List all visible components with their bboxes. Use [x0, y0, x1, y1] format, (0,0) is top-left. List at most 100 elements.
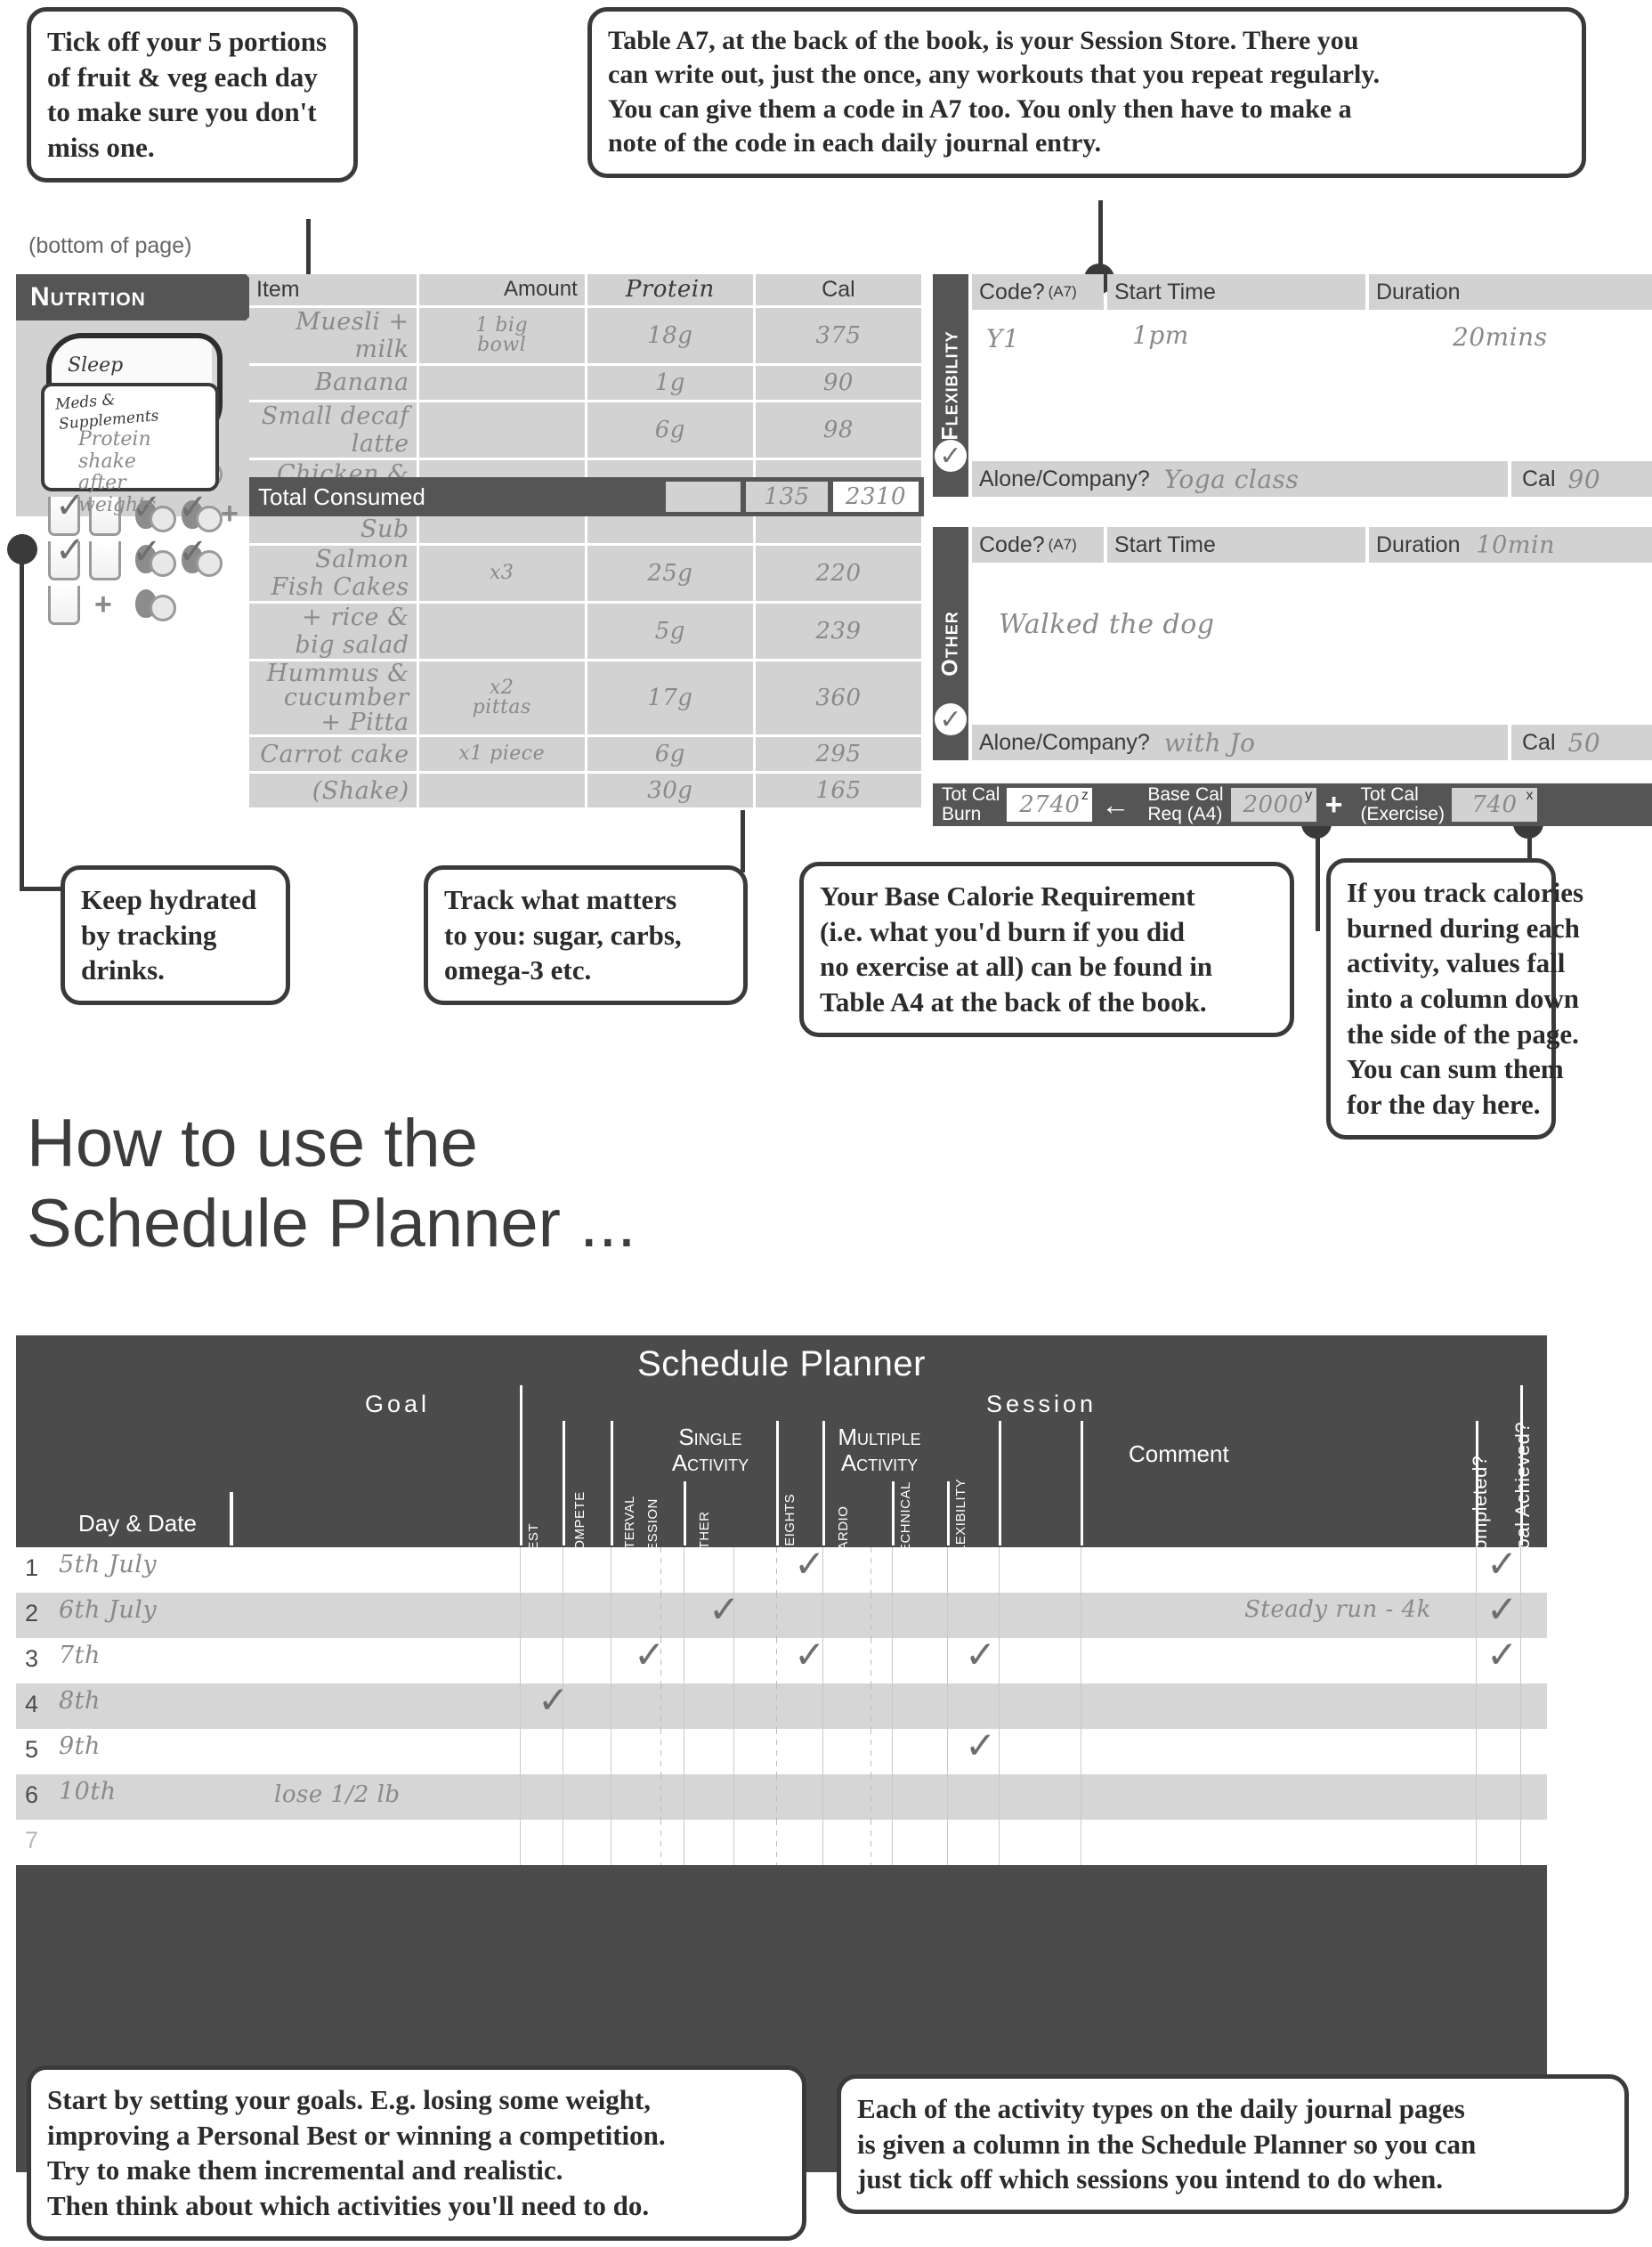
- planner-row-comment[interactable]: Steady run - 4k: [1133, 1596, 1543, 1623]
- callout-line: Table A7, at the back of the book, is yo…: [608, 26, 1359, 55]
- session-group-header: Session: [986, 1391, 1097, 1417]
- nutrition-item[interactable]: + rice & big salad: [249, 602, 419, 661]
- flexibility-alone-company[interactable]: Alone/Company? Yoga class: [972, 461, 1508, 497]
- nutrition-item[interactable]: Banana: [249, 364, 419, 402]
- flexibility-cal-box[interactable]: Cal 90: [1511, 461, 1652, 497]
- planner-column-divider: [1520, 1820, 1521, 1865]
- tick-icon[interactable]: ✓: [794, 1636, 825, 1674]
- tick-icon[interactable]: ✓: [794, 1545, 825, 1583]
- planner-row[interactable]: 4 8th ✓: [16, 1682, 1547, 1729]
- nutrition-item[interactable]: Carrot cake: [249, 735, 419, 775]
- planner-column-divider: [776, 1683, 777, 1729]
- other-cal-box[interactable]: Cal 50: [1511, 725, 1652, 760]
- planner-column-divider: [947, 1729, 948, 1774]
- base-cal-value-box[interactable]: 2000 y: [1230, 788, 1316, 822]
- planner-column-divider: [520, 1547, 521, 1593]
- day-date-rule: [230, 1492, 233, 1545]
- planner-row-date[interactable]: 10th: [59, 1778, 117, 1805]
- nutrition-cal[interactable]: 220: [754, 544, 925, 604]
- planner-row[interactable]: 2 6th July Steady run - 4k ✓ ✓: [16, 1591, 1547, 1638]
- other-check-icon[interactable]: ✓: [935, 703, 967, 735]
- other-cal-value[interactable]: 50: [1568, 728, 1601, 758]
- nutrition-amount[interactable]: [417, 401, 587, 460]
- total-amount-value[interactable]: [666, 482, 741, 512]
- other-alone-company[interactable]: Alone/Company? with Jo: [972, 725, 1508, 760]
- water-glass-icon[interactable]: [48, 586, 80, 625]
- nutrition-protein[interactable]: 6g: [586, 735, 756, 775]
- tick-icon[interactable]: ✓: [709, 1591, 740, 1628]
- nutrition-cal[interactable]: 165: [754, 772, 925, 811]
- nutrition-item[interactable]: Hummus & cucumber + Pitta: [249, 660, 419, 738]
- nutrition-cal[interactable]: 239: [754, 602, 925, 661]
- other-body[interactable]: Walked the dog: [972, 566, 1652, 721]
- water-glass-icon[interactable]: [89, 541, 121, 580]
- planner-row-date[interactable]: 5th July: [59, 1551, 157, 1578]
- tot-cal-exercise-value-box[interactable]: 740 x: [1451, 788, 1537, 822]
- callout-line: no exercise at all) can be found in: [820, 951, 1213, 983]
- planner-row-date[interactable]: 8th: [59, 1687, 101, 1715]
- tick-icon[interactable]: ✓: [538, 1682, 569, 1719]
- nutrition-protein[interactable]: 25g: [586, 544, 756, 604]
- nutrition-cal[interactable]: 375: [754, 306, 925, 366]
- nutrition-item[interactable]: Small decaf latte: [249, 401, 419, 460]
- planner-row[interactable]: 5 9th ✓: [16, 1727, 1547, 1774]
- nutrition-protein[interactable]: 30g: [586, 772, 756, 811]
- nutrition-amount[interactable]: [417, 364, 587, 402]
- flexibility-check-icon[interactable]: ✓: [935, 440, 967, 472]
- flexibility-footer-row: Alone/Company? Yoga class Cal 90: [972, 461, 1652, 497]
- nutrition-cal[interactable]: 295: [754, 735, 925, 775]
- nutrition-cal[interactable]: 90: [754, 364, 925, 402]
- nutrition-protein[interactable]: 6g: [586, 401, 756, 460]
- callout-hydrated: Keep hydrated by tracking drinks.: [61, 865, 290, 1006]
- planner-row-number: 6: [25, 1781, 39, 1808]
- nutrition-protein[interactable]: 1g: [586, 364, 756, 402]
- planner-column-divider: [776, 1547, 777, 1593]
- planner-row[interactable]: 1 5th July ✓ ✓: [16, 1545, 1547, 1593]
- planner-row[interactable]: 6 10th lose 1/2 lb: [16, 1774, 1547, 1820]
- callout-line: Table A4 at the back of the book.: [820, 986, 1207, 1018]
- planner-row[interactable]: 3 7th ✓ ✓ ✓ ✓: [16, 1636, 1547, 1683]
- nutrition-amount[interactable]: x2 pittas: [417, 660, 587, 738]
- base-cal-sup: y: [1305, 788, 1313, 803]
- veg-portion-icon[interactable]: [135, 588, 176, 621]
- planner-column-divider: [660, 1683, 661, 1729]
- planner-row-number: 5: [25, 1736, 39, 1763]
- planner-row[interactable]: 7: [16, 1820, 1547, 1865]
- callout-line: for the day here.: [1347, 1089, 1541, 1121]
- other-alone-value[interactable]: with Jo: [1164, 728, 1256, 758]
- nutrition-item[interactable]: (Shake): [249, 772, 419, 811]
- flexibility-body[interactable]: Y1 1pm 20mins: [972, 313, 1652, 458]
- planner-row-date[interactable]: 7th: [59, 1642, 101, 1669]
- nutrition-amount[interactable]: 1 big bowl: [417, 306, 587, 366]
- total-protein-value[interactable]: 135: [746, 482, 828, 512]
- nutrition-item[interactable]: Muesli + milk: [249, 306, 419, 366]
- flexibility-alone-value[interactable]: Yoga class: [1164, 465, 1300, 494]
- flexibility-code-value[interactable]: Y1: [986, 324, 1019, 353]
- nutrition-amount[interactable]: [417, 772, 587, 811]
- tick-icon-completed[interactable]: ✓: [1486, 1545, 1518, 1583]
- flexibility-cal-value[interactable]: 90: [1568, 465, 1601, 494]
- tick-icon-completed[interactable]: ✓: [1486, 1591, 1518, 1628]
- tick-icon[interactable]: ✓: [965, 1636, 996, 1674]
- nutrition-amount[interactable]: [417, 602, 587, 661]
- total-cal-value[interactable]: 2310: [833, 482, 919, 512]
- tick-icon[interactable]: ✓: [965, 1727, 996, 1764]
- nutrition-protein[interactable]: 18g: [586, 306, 756, 366]
- planner-row-goal[interactable]: lose 1/2 lb: [274, 1781, 401, 1808]
- other-duration-value[interactable]: 10min: [1477, 531, 1555, 559]
- flexibility-start-value[interactable]: 1pm: [1132, 320, 1189, 350]
- nutrition-protein[interactable]: 5g: [586, 602, 756, 661]
- nutrition-protein[interactable]: 17g: [586, 660, 756, 738]
- nutrition-cal[interactable]: 360: [754, 660, 925, 738]
- planner-row-date[interactable]: 9th: [59, 1732, 101, 1760]
- tick-icon-completed[interactable]: ✓: [1486, 1636, 1518, 1674]
- tick-icon[interactable]: ✓: [634, 1636, 665, 1674]
- nutrition-amount[interactable]: x3: [417, 544, 587, 604]
- nutrition-amount[interactable]: x1 piece: [417, 735, 587, 775]
- nutrition-cal[interactable]: 98: [754, 401, 925, 460]
- planner-row-date[interactable]: 6th July: [59, 1596, 157, 1624]
- other-note-value[interactable]: Walked the dog: [999, 609, 1215, 640]
- nutrition-item[interactable]: Salmon Fish Cakes: [249, 544, 419, 604]
- tot-cal-burn-value-box[interactable]: 2740 z: [1007, 788, 1093, 822]
- flexibility-duration-value[interactable]: 20mins: [1453, 322, 1548, 352]
